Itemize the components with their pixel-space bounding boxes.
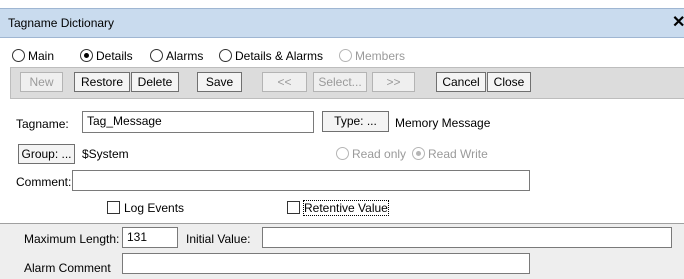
mode-details[interactable]: Details [80, 49, 133, 63]
read-write-option[interactable]: Read Write [412, 147, 488, 161]
save-button[interactable]: Save [197, 72, 242, 92]
title-bar: Tagname Dictionary ✕ [0, 8, 684, 38]
next-button[interactable]: >> [372, 72, 415, 92]
radio-alarms[interactable] [150, 49, 163, 62]
tagname-input[interactable]: Tag_Message [82, 111, 314, 133]
mode-members[interactable]: Members [339, 49, 405, 63]
max-length-label: Maximum Length: [24, 232, 120, 246]
retentive-value-checkbox[interactable] [287, 201, 300, 214]
retentive-value-option[interactable]: Retentive Value [287, 200, 389, 216]
cancel-button[interactable]: Cancel [436, 72, 486, 92]
initial-value-label: Initial Value: [186, 232, 251, 246]
restore-button[interactable]: Restore [74, 72, 130, 92]
initial-value-input[interactable] [262, 227, 672, 248]
radio-members[interactable] [339, 49, 352, 62]
radio-details[interactable] [80, 49, 93, 62]
alarm-comment-input[interactable] [122, 253, 530, 274]
radio-details-alarms[interactable] [219, 49, 232, 62]
close-button[interactable]: Close [487, 72, 531, 92]
group-value: $System [82, 147, 129, 161]
tagname-label: Tagname: [16, 117, 69, 131]
delete-button[interactable]: Delete [131, 72, 179, 92]
log-events-option[interactable]: Log Events [107, 201, 184, 215]
select-button[interactable]: Select... [313, 72, 367, 92]
radio-read-only[interactable] [336, 147, 349, 160]
type-value: Memory Message [395, 116, 491, 130]
window-title: Tagname Dictionary [8, 16, 115, 30]
mode-details-alarms[interactable]: Details & Alarms [219, 49, 323, 63]
read-only-option[interactable]: Read only [336, 147, 406, 161]
max-length-input[interactable]: 131 [122, 227, 178, 248]
log-events-checkbox[interactable] [107, 201, 120, 214]
new-button[interactable]: New [20, 72, 63, 92]
group-button[interactable]: Group: ... [18, 144, 75, 164]
close-icon[interactable]: ✕ [672, 12, 684, 32]
mode-main[interactable]: Main [12, 49, 54, 63]
radio-main[interactable] [12, 49, 25, 62]
radio-read-write[interactable] [412, 147, 425, 160]
prev-button[interactable]: << [262, 72, 307, 92]
alarm-comment-label: Alarm Comment [24, 261, 111, 275]
type-button[interactable]: Type: ... [322, 111, 389, 132]
comment-label: Comment: [16, 175, 72, 189]
comment-input[interactable] [72, 170, 530, 191]
mode-alarms[interactable]: Alarms [150, 49, 203, 63]
